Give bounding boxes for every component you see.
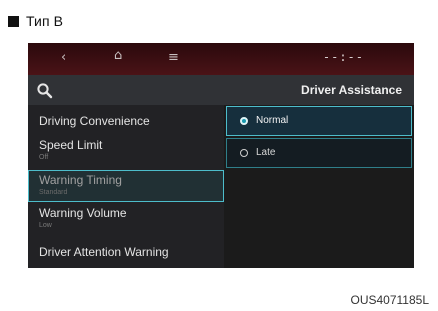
radio-selected-icon[interactable] — [240, 117, 248, 125]
menu-item-label: Speed Limit — [39, 138, 103, 152]
option-late[interactable]: Late — [226, 138, 412, 168]
back-arrow-icon[interactable]: ‹ — [61, 50, 66, 66]
panel-title: Driver Assistance — [301, 83, 402, 97]
menu-item-value: Off — [39, 154, 49, 161]
options-panel: Driver Assistance Normal Late — [224, 75, 414, 268]
infotainment-screen: ‹ ⌂ ≡ --:-- Driving Convenience Speed Li… — [28, 43, 414, 268]
menu-item-label: Warning Timing — [39, 173, 122, 187]
figure-code: OUS4071185L — [350, 293, 429, 307]
panel-header: Driver Assistance — [224, 75, 414, 105]
menu-item-speed-limit[interactable]: Speed Limit Off — [28, 138, 224, 168]
settings-menu: Driving Convenience Speed Limit Off Warn… — [28, 75, 224, 268]
menu-item-label: Driving Convenience — [39, 114, 150, 128]
option-normal[interactable]: Normal — [226, 106, 412, 136]
square-bullet-icon — [8, 15, 19, 27]
menu-item-warning-timing[interactable]: Warning Timing Standard — [28, 170, 224, 202]
menu-item-driving-convenience[interactable]: Driving Convenience — [28, 114, 224, 132]
option-label: Late — [256, 147, 276, 158]
status-bar: ‹ ⌂ ≡ --:-- — [28, 43, 414, 75]
home-icon[interactable]: ⌂ — [114, 48, 122, 64]
menu-icon[interactable]: ≡ — [168, 50, 179, 66]
type-label: Тип B — [26, 13, 64, 29]
menu-item-warning-volume[interactable]: Warning Volume Low — [28, 206, 224, 236]
search-bar — [28, 75, 224, 105]
search-icon[interactable] — [36, 82, 54, 100]
document-header: Тип B — [8, 13, 63, 29]
menu-item-driver-attention-warning[interactable]: Driver Attention Warning — [28, 245, 224, 263]
menu-item-value: Standard — [39, 189, 68, 196]
clock-display: --:-- — [322, 50, 364, 64]
menu-item-value: Low — [39, 222, 52, 229]
menu-item-label: Warning Volume — [39, 206, 127, 220]
menu-item-label: Driver Attention Warning — [39, 245, 169, 259]
radio-unselected-icon[interactable] — [240, 149, 248, 157]
option-label: Normal — [256, 115, 289, 126]
